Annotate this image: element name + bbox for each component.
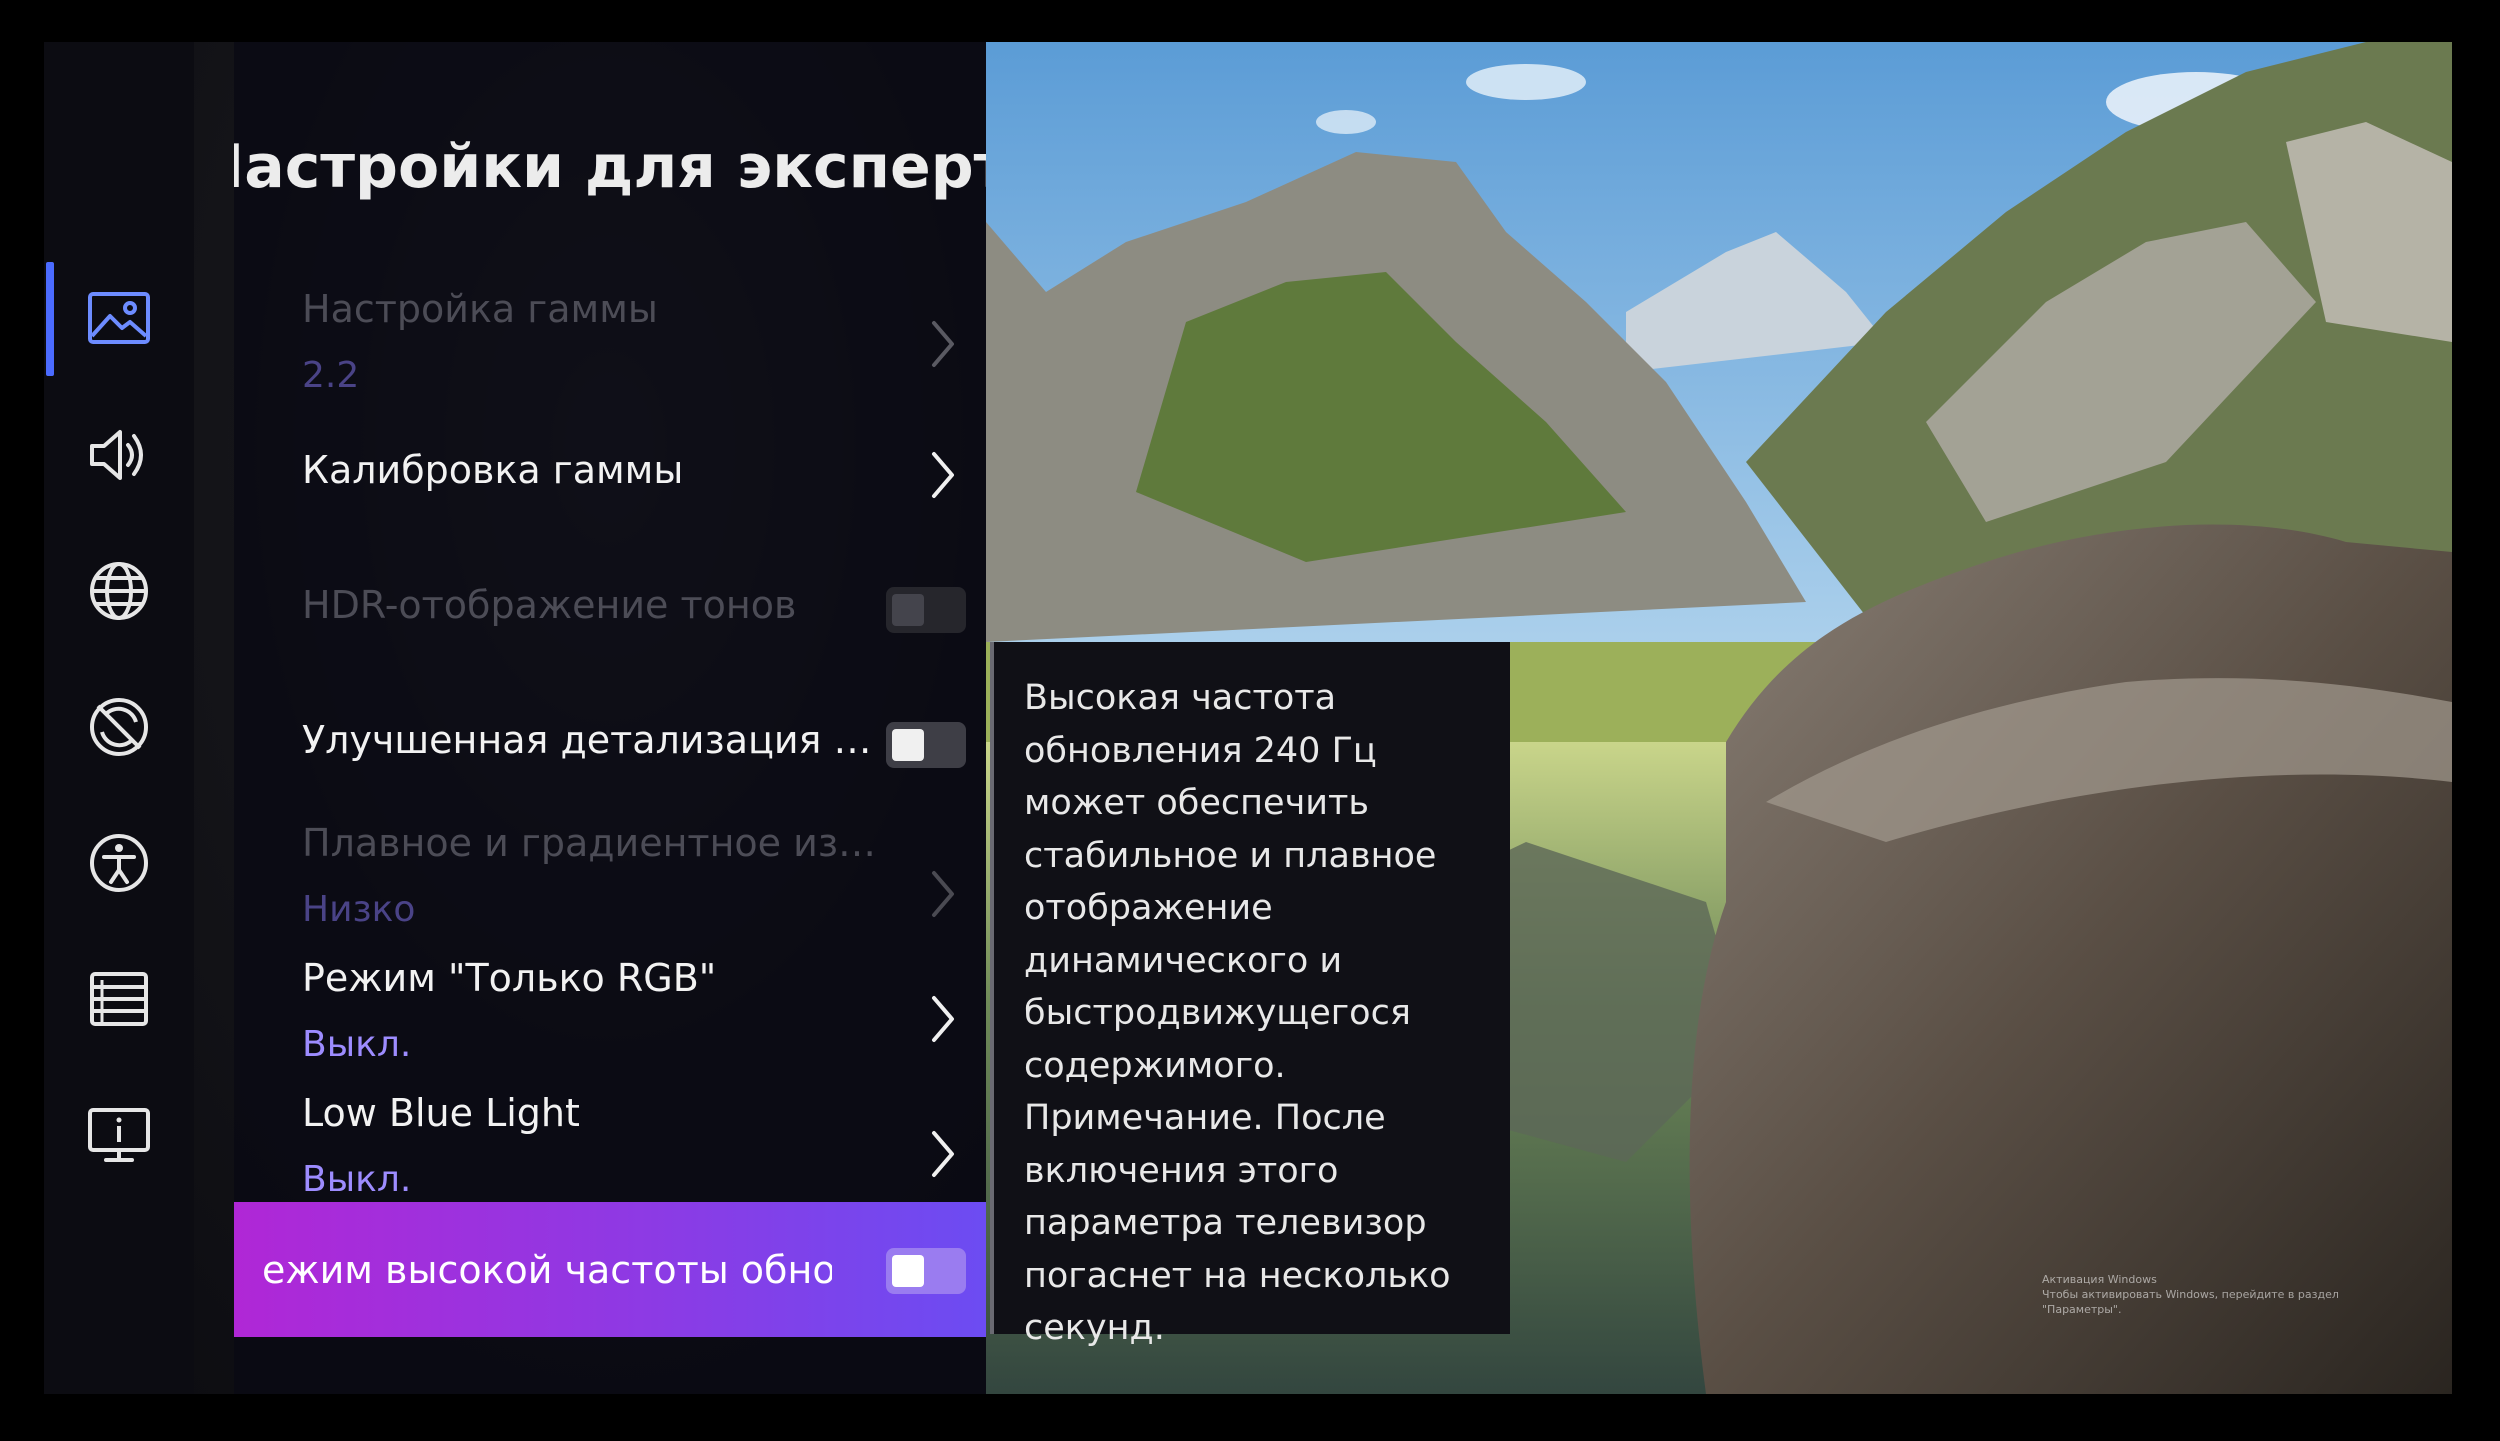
menu-item-low-blue-light[interactable]: Low Blue Light Выкл. — [234, 1077, 986, 1212]
expert-settings-panel: Настройки для экспертов Настройка гаммы … — [234, 42, 986, 1394]
high-refresh-toggle[interactable] — [886, 1248, 966, 1294]
menu-item-hdr-tone-mapping[interactable]: HDR-отображение тонов — [234, 537, 986, 672]
sidebar-item-sound[interactable] — [44, 395, 194, 515]
help-tooltip: Высокая частота обновления 240 Гц может … — [990, 642, 1510, 1348]
sound-icon — [90, 430, 143, 480]
toggle-knob — [892, 1255, 924, 1287]
tooltip-text: Высокая частота обновления 240 Гц может … — [1024, 678, 1451, 1348]
menu-item-label: Low Blue Light — [302, 1091, 580, 1135]
menu-item-smooth-gradation[interactable]: Плавное и градиентное изо... Низко — [234, 807, 986, 942]
chevron-right-icon — [932, 321, 954, 367]
menu-item-label: Плавное и градиентное изо... — [302, 821, 882, 865]
menu-item-label: HDR-отображение тонов — [302, 583, 797, 627]
toggle-knob — [892, 594, 924, 626]
menu-item-high-refresh-rate[interactable]: ежим высокой частоты обновле — [234, 1202, 986, 1337]
hdr-tone-toggle[interactable] — [886, 587, 966, 633]
chevron-right-icon — [932, 452, 954, 498]
windows-activation-watermark: Активация Windows Чтобы активировать Win… — [2042, 1272, 2392, 1317]
menu-item-label: Настройка гаммы — [302, 287, 658, 331]
menu-item-value: Выкл. — [302, 1159, 412, 1200]
menu-item-enhanced-detail[interactable]: Улучшенная детализация те... — [234, 672, 986, 807]
menu-item-gamma[interactable]: Настройка гаммы 2.2 — [234, 267, 986, 402]
info-tv-icon — [88, 1108, 150, 1162]
menu-item-label: ежим высокой частоты обновле — [262, 1248, 832, 1292]
menu-item-value: 2.2 — [302, 355, 360, 396]
menu-item-value: Выкл. — [302, 1024, 412, 1065]
chevron-right-icon — [932, 996, 954, 1042]
chevron-right-icon — [932, 871, 954, 917]
sidebar-item-device-info[interactable] — [44, 1075, 194, 1195]
watermark-line-2: Чтобы активировать Windows, перейдите в … — [2042, 1288, 2339, 1316]
menu-item-gamma-calibration[interactable]: Калибровка гаммы — [234, 402, 986, 537]
sidebar-item-general[interactable] — [44, 531, 194, 651]
sidebar-item-list[interactable] — [44, 939, 194, 1059]
tv-screen: Активация Windows Чтобы активировать Win… — [44, 42, 2452, 1394]
watermark-line-1: Активация Windows — [2042, 1273, 2157, 1286]
toggle-knob — [892, 729, 924, 761]
list-icon — [90, 972, 148, 1026]
menu-item-label: Улучшенная детализация те... — [302, 718, 882, 762]
enhanced-detail-toggle[interactable] — [886, 722, 966, 768]
menu-item-rgb-only-mode[interactable]: Режим "Только RGB" Выкл. — [234, 942, 986, 1077]
accessibility-icon — [90, 834, 148, 892]
menu-item-label: Калибровка гаммы — [302, 448, 684, 492]
sidebar-item-accessibility[interactable] — [44, 803, 194, 923]
menu-item-value: Низко — [302, 889, 416, 930]
menu-item-label: Режим "Только RGB" — [302, 956, 717, 1000]
page-title: Настройки для экспертов — [234, 132, 986, 202]
sidebar-item-support[interactable] — [44, 667, 194, 787]
chevron-right-icon — [932, 1131, 954, 1177]
globe-icon — [90, 562, 148, 620]
settings-sidebar — [44, 42, 194, 1394]
disabled-target-icon — [90, 698, 148, 756]
sidebar-item-picture[interactable] — [44, 259, 194, 379]
picture-icon — [88, 292, 150, 344]
